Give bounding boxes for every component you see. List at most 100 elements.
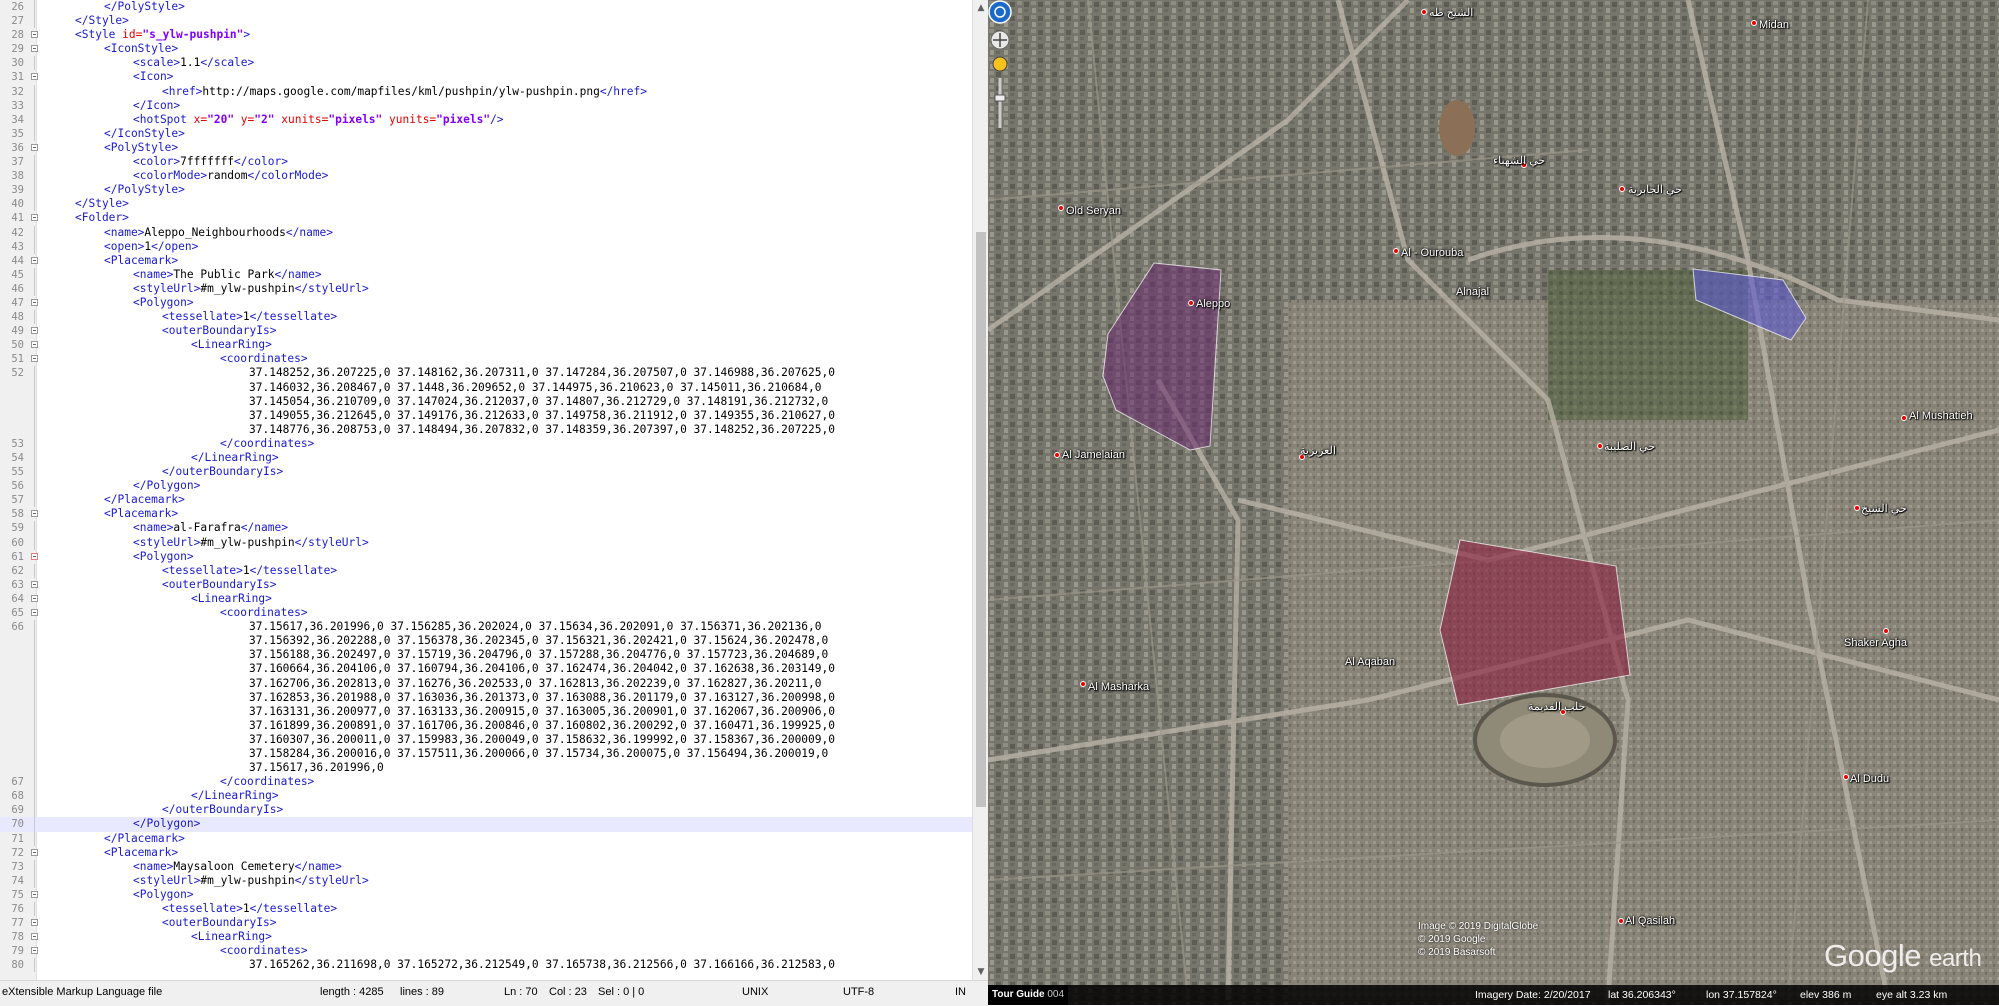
code-line[interactable]: 44 <Placemark> xyxy=(0,254,972,268)
code-line[interactable]: 47 <Polygon> xyxy=(0,296,972,310)
code-line[interactable]: 37.162853,36.201988,0 37.163036,36.20137… xyxy=(0,690,972,705)
code-lines[interactable]: 26 </PolyStyle> 27 </Style> 28 <Style id="s_y… xyxy=(0,0,972,973)
al-farafra-polygon[interactable] xyxy=(1439,539,1631,706)
code-line[interactable]: 63 <outerBoundaryIs> xyxy=(0,578,972,592)
code-line[interactable]: 29 <IconStyle> xyxy=(0,42,972,56)
placemark-pin-icon[interactable] xyxy=(1054,452,1060,458)
code-line[interactable]: 31 <Icon> xyxy=(0,70,972,84)
fold-toggle-icon[interactable] xyxy=(31,933,38,941)
code-line[interactable]: 37.149055,36.212645,0 37.149176,36.21263… xyxy=(0,408,972,423)
satellite-imagery[interactable] xyxy=(988,0,1999,1005)
code-line[interactable]: 37.148776,36.208753,0 37.148494,36.20783… xyxy=(0,422,972,437)
xml-editor-pane[interactable]: 26 </PolyStyle> 27 </Style> 28 <Style id="s_y… xyxy=(0,0,988,980)
code-line[interactable]: 62 <tessellate>1</tessellate> xyxy=(0,563,972,578)
code-line[interactable]: 75 <Polygon> xyxy=(0,888,972,902)
placemark-pin-icon[interactable] xyxy=(1080,681,1086,687)
code-line[interactable]: 37.156392,36.202288,0 37.156378,36.20234… xyxy=(0,634,972,649)
code-line[interactable]: 30 <scale>1.1</scale> xyxy=(0,56,972,71)
code-line[interactable]: 70 </Polygon> xyxy=(0,817,972,832)
placemark-pin-icon[interactable] xyxy=(1618,918,1624,924)
code-line[interactable]: 37.160307,36.200011,0 37.159983,36.20004… xyxy=(0,732,972,747)
code-line[interactable]: 46 <styleUrl>#m_ylw-pushpin</styleUrl> xyxy=(0,281,972,296)
code-line[interactable]: 36 <PolyStyle> xyxy=(0,141,972,155)
code-line[interactable]: 66 37.15617,36.201996,0 37.156285,36.2020… xyxy=(0,620,972,635)
code-line[interactable]: 38 <colorMode>random</colorMode> xyxy=(0,169,972,184)
code-line[interactable]: 40 </Style> xyxy=(0,197,972,212)
code-line[interactable]: 37.163131,36.200977,0 37.163133,36.20091… xyxy=(0,704,972,719)
code-line[interactable]: 55 </outerBoundaryIs> xyxy=(0,465,972,480)
code-line[interactable]: 59 <name>al-Farafra</name> xyxy=(0,521,972,536)
fold-toggle-icon[interactable] xyxy=(31,594,38,602)
fold-toggle-icon[interactable] xyxy=(31,214,38,222)
code-line[interactable]: 43 <open>1</open> xyxy=(0,239,972,254)
code-line[interactable]: 34 <hotSpot x="20" y="2" xunits="pixels" … xyxy=(0,112,972,127)
scrollbar-thumb[interactable] xyxy=(976,232,986,807)
fold-toggle-icon[interactable] xyxy=(31,298,38,306)
code-line[interactable]: 35 </IconStyle> xyxy=(0,126,972,141)
code-line[interactable]: 37.145054,36.210709,0 37.147024,36.21203… xyxy=(0,394,972,409)
vertical-scrollbar[interactable]: ▲ ▼ xyxy=(972,0,988,980)
code-line[interactable]: 74 <styleUrl>#m_ylw-pushpin</styleUrl> xyxy=(0,873,972,888)
code-line[interactable]: 78 <LinearRing> xyxy=(0,930,972,944)
fold-toggle-icon[interactable] xyxy=(31,31,38,39)
code-line[interactable]: 26 </PolyStyle> xyxy=(0,0,972,15)
placemark-pin-icon[interactable] xyxy=(1421,9,1427,15)
code-line[interactable]: 61 <Polygon> xyxy=(0,550,972,564)
code-line[interactable]: 72 <Placemark> xyxy=(0,846,972,860)
navigation-controls[interactable] xyxy=(988,0,1012,130)
code-line[interactable]: 42 <name>Aleppo_Neighbourhoods</name> xyxy=(0,225,972,240)
code-line[interactable]: 60 <styleUrl>#m_ylw-pushpin</styleUrl> xyxy=(0,535,972,550)
code-line[interactable]: 37.162706,36.202813,0 37.16276,36.202533… xyxy=(0,676,972,691)
code-line[interactable]: 57 </Placemark> xyxy=(0,493,972,508)
code-line[interactable]: 56 </Polygon> xyxy=(0,479,972,494)
code-line[interactable]: 48 <tessellate>1</tessellate> xyxy=(0,310,972,325)
placemark-pin-icon[interactable] xyxy=(1058,205,1064,211)
placemark-pin-icon[interactable] xyxy=(1751,20,1757,26)
code-line[interactable]: 37.160664,36.204106,0 37.160794,36.20410… xyxy=(0,662,972,677)
code-line[interactable]: 33 </Icon> xyxy=(0,98,972,113)
code-line[interactable]: 28 <Style id="s_ylw-pushpin"> xyxy=(0,28,972,42)
code-line[interactable]: 53 </coordinates> xyxy=(0,436,972,451)
code-line[interactable]: 37 <color>7fffffff</color> xyxy=(0,155,972,170)
code-line[interactable]: 45 <name>The Public Park</name> xyxy=(0,267,972,282)
placemark-pin-icon[interactable] xyxy=(1883,628,1889,634)
google-earth-view[interactable]: الشيخ طه Midan Old Seryan حي الشهباء حي … xyxy=(988,0,1999,1005)
fold-toggle-icon[interactable] xyxy=(31,327,38,335)
code-line[interactable]: 37.156188,36.202497,0 37.15719,36.204796… xyxy=(0,648,972,663)
code-line[interactable]: 37.158284,36.200016,0 37.157511,36.20006… xyxy=(0,746,972,762)
code-line[interactable]: 67 </coordinates> xyxy=(0,775,972,790)
fold-toggle-icon[interactable] xyxy=(31,45,38,53)
code-line[interactable]: 71 </Placemark> xyxy=(0,831,972,846)
fold-toggle-icon[interactable] xyxy=(31,143,38,151)
code-line[interactable]: 68 </LinearRing> xyxy=(0,789,972,804)
code-line[interactable]: 80 37.165262,36.211698,0 37.165272,36.212… xyxy=(0,958,972,973)
code-line[interactable]: 37.161899,36.200891,0 37.161706,36.20084… xyxy=(0,718,972,733)
fold-toggle-icon[interactable] xyxy=(31,355,38,363)
fold-toggle-icon[interactable] xyxy=(31,510,38,518)
scroll-up-arrow-icon[interactable]: ▲ xyxy=(973,0,988,16)
code-line[interactable]: 76 <tessellate>1</tessellate> xyxy=(0,902,972,917)
placemark-pin-icon[interactable] xyxy=(1843,774,1849,780)
code-line[interactable]: 39 </PolyStyle> xyxy=(0,183,972,198)
code-line[interactable]: 51 <coordinates> xyxy=(0,352,972,366)
code-line[interactable]: 54 </LinearRing> xyxy=(0,451,972,466)
placemark-pin-icon[interactable] xyxy=(1188,300,1194,306)
fold-toggle-icon[interactable] xyxy=(31,848,38,856)
scroll-down-arrow-icon[interactable]: ▼ xyxy=(973,964,988,980)
fold-toggle-icon[interactable] xyxy=(31,580,38,588)
fold-toggle-icon[interactable] xyxy=(31,552,38,560)
code-line[interactable]: 27 </Style> xyxy=(0,14,972,29)
tour-guide-button[interactable]: Tour Guide 004 xyxy=(988,985,1069,1005)
placemark-pin-icon[interactable] xyxy=(1854,505,1860,511)
code-line[interactable]: 77 <outerBoundaryIs> xyxy=(0,916,972,930)
code-line[interactable]: 65 <coordinates> xyxy=(0,606,972,620)
fold-toggle-icon[interactable] xyxy=(31,947,38,955)
fold-toggle-icon[interactable] xyxy=(31,341,38,349)
placemark-pin-icon[interactable] xyxy=(1393,248,1399,254)
fold-toggle-icon[interactable] xyxy=(31,73,38,81)
fold-toggle-icon[interactable] xyxy=(31,256,38,264)
code-line[interactable]: 52 37.148252,36.207225,0 37.148162,36.207… xyxy=(0,366,972,381)
code-line[interactable]: 32 <href>http://maps.google.com/mapfiles/… xyxy=(0,84,972,99)
code-line[interactable]: 50 <LinearRing> xyxy=(0,338,972,352)
fold-toggle-icon[interactable] xyxy=(31,609,38,617)
